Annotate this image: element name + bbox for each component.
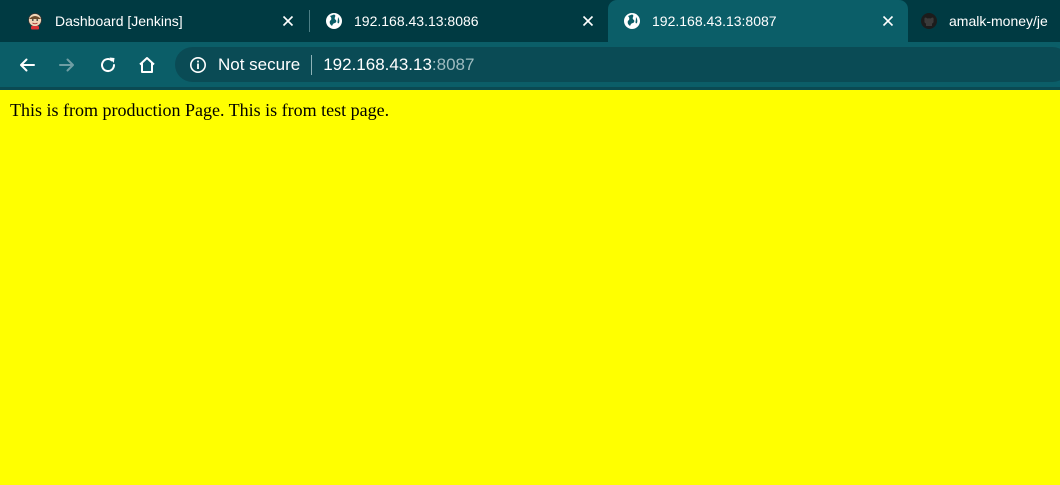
- tab-title: Dashboard [Jenkins]: [55, 13, 183, 29]
- globe-icon: [623, 12, 641, 30]
- jenkins-icon: [26, 12, 44, 30]
- tab-strip: Dashboard [Jenkins] 192.168.43.13:8086 1…: [0, 0, 1060, 42]
- reload-button[interactable]: [94, 51, 122, 79]
- page-content: This is from production Page. This is fr…: [0, 90, 1060, 485]
- url-host: 192.168.43.13: [323, 54, 432, 74]
- forward-arrow-icon: [59, 58, 74, 72]
- browser-toolbar: Not secure 192.168.43.13:8087: [0, 42, 1060, 87]
- back-arrow-icon: [20, 58, 35, 72]
- home-icon: [139, 57, 155, 73]
- address-bar[interactable]: Not secure 192.168.43.13:8087: [175, 47, 1060, 82]
- tab-title: 192.168.43.13:8086: [354, 13, 479, 29]
- info-icon[interactable]: [189, 56, 207, 74]
- tab-port-8087-active[interactable]: 192.168.43.13:8087: [608, 0, 908, 42]
- tab-title: amalk-money/je: [949, 13, 1048, 29]
- reload-icon: [101, 57, 116, 73]
- github-icon: [920, 12, 938, 30]
- close-tab-icon[interactable]: [880, 13, 896, 29]
- address-divider: [311, 54, 313, 75]
- home-button[interactable]: [133, 51, 161, 79]
- tab-title: 192.168.43.13:8087: [652, 13, 777, 29]
- close-tab-icon[interactable]: [580, 13, 596, 29]
- tab-port-8086[interactable]: 192.168.43.13:8086: [310, 0, 608, 42]
- back-button[interactable]: [13, 51, 41, 79]
- tab-jenkins-dashboard[interactable]: Dashboard [Jenkins]: [0, 0, 308, 42]
- url-port: :8087: [431, 54, 475, 74]
- forward-button[interactable]: [53, 51, 81, 79]
- close-tab-icon[interactable]: [280, 13, 296, 29]
- page-body-text: This is from production Page. This is fr…: [10, 100, 390, 120]
- security-status-label[interactable]: Not secure: [218, 55, 300, 75]
- globe-icon: [325, 12, 343, 30]
- tab-github-repo[interactable]: amalk-money/je: [908, 0, 1060, 42]
